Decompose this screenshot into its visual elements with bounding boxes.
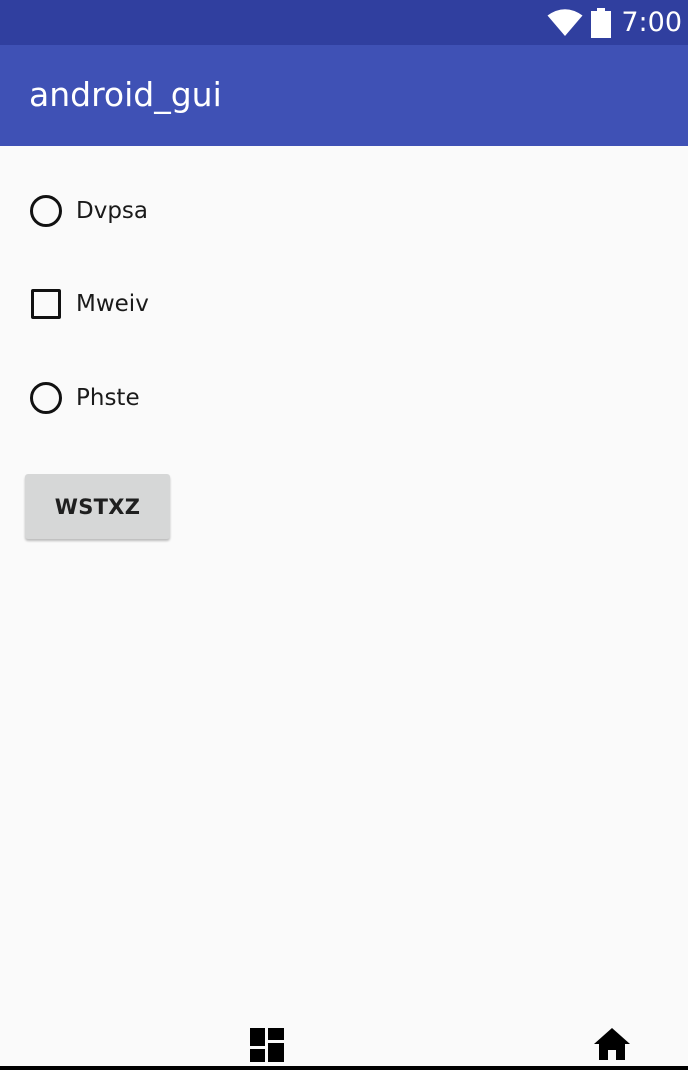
wstxz-button[interactable]: WSTXZ	[25, 474, 170, 539]
navigation-bar	[0, 1016, 688, 1070]
checkbox-option-mweiv[interactable]: Mweiv	[28, 284, 149, 324]
battery-icon	[591, 7, 612, 38]
radio-option-phste[interactable]: Phste	[28, 378, 140, 418]
radio-option-dvpsa[interactable]: Dvpsa	[28, 191, 148, 231]
dashboard-icon[interactable]	[250, 1028, 284, 1062]
radio-button-icon[interactable]	[30, 382, 62, 414]
app-bar: android_gui	[0, 45, 688, 146]
status-time: 7:00	[621, 7, 682, 38]
wifi-icon	[547, 8, 583, 36]
home-icon[interactable]	[594, 1028, 630, 1060]
status-bar: 7:00	[0, 0, 688, 45]
app-title: android_gui	[29, 75, 222, 114]
checkbox-label-mweiv[interactable]: Mweiv	[76, 291, 149, 317]
nav-divider	[0, 1066, 688, 1070]
checkbox-icon[interactable]	[31, 289, 61, 319]
status-icons: 7:00	[547, 0, 682, 45]
radio-label-phste[interactable]: Phste	[76, 385, 140, 411]
radio-label-dvpsa[interactable]: Dvpsa	[76, 198, 148, 224]
radio-button-icon[interactable]	[30, 195, 62, 227]
